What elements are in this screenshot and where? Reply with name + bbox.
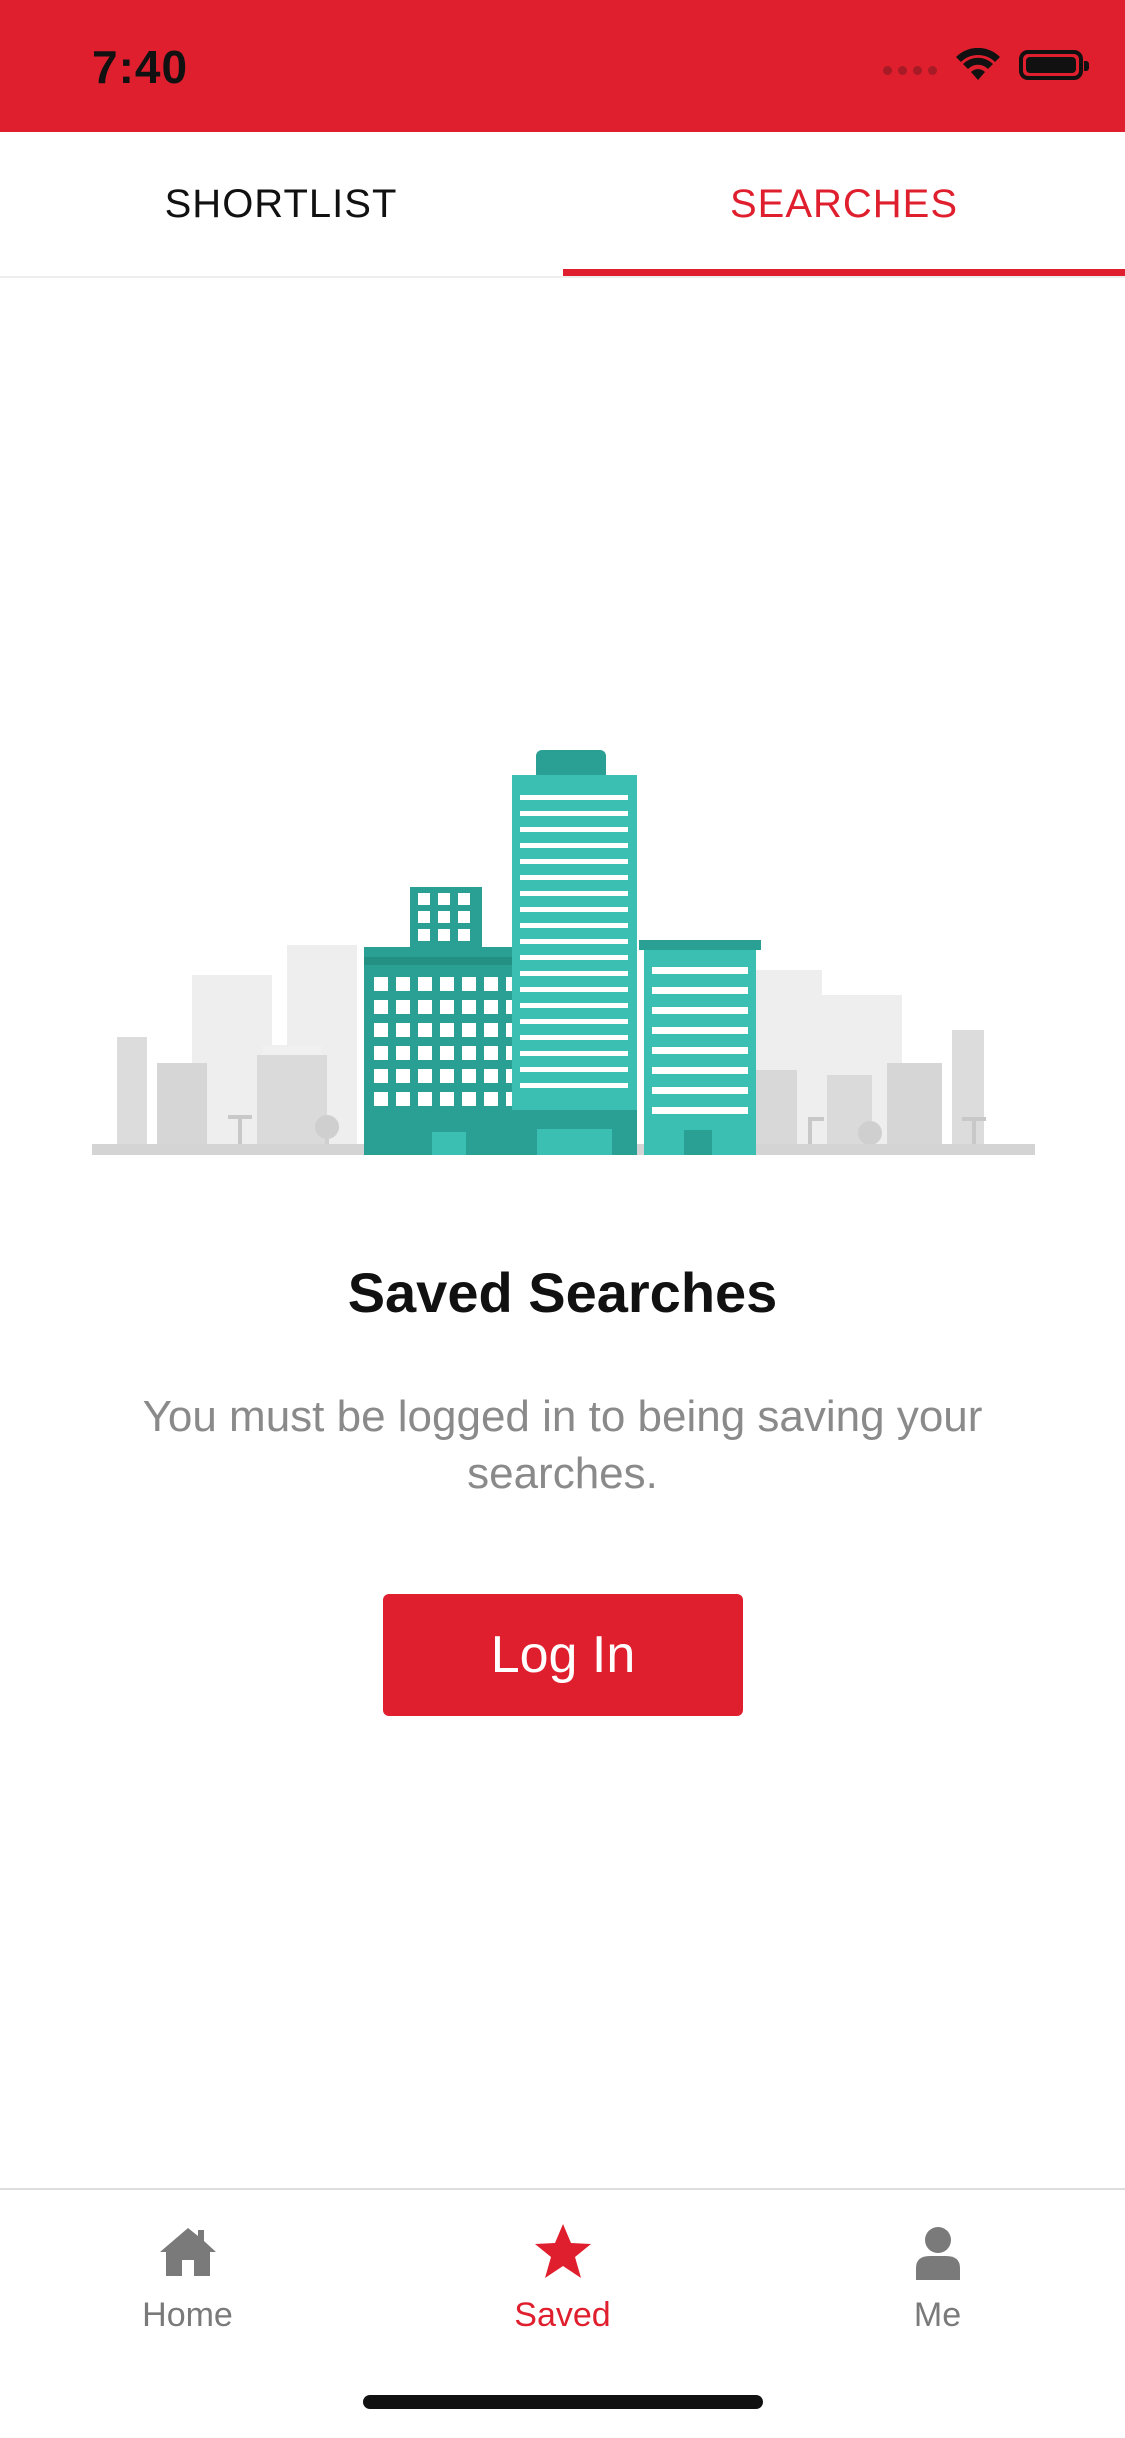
- top-tab-bar: SHORTLIST SEARCHES: [0, 132, 1125, 278]
- person-icon: [915, 2227, 960, 2280]
- wifi-icon: [956, 48, 1000, 80]
- active-tab-indicator: [563, 269, 1125, 276]
- nav-saved-label: Saved: [514, 2296, 611, 2334]
- cellular-signal-icon: [883, 65, 937, 75]
- nav-home-label: Home: [142, 2296, 233, 2334]
- home-icon: [159, 2228, 216, 2276]
- empty-state-title: Saved Searches: [347, 1261, 778, 1324]
- status-time: 7:40: [92, 41, 189, 93]
- status-bar: 7:40: [0, 0, 1125, 132]
- city-skyline-illustration: [92, 750, 1035, 1155]
- nav-home[interactable]: Home: [0, 2210, 375, 2360]
- tab-searches[interactable]: SEARCHES: [563, 132, 1125, 276]
- empty-state-message: You must be logged in to being saving yo…: [142, 1392, 983, 1498]
- battery-icon: [1019, 50, 1089, 80]
- star-icon: [534, 2224, 591, 2278]
- status-indicators: [883, 48, 1089, 82]
- home-indicator: [363, 2395, 763, 2409]
- nav-me[interactable]: Me: [750, 2210, 1125, 2360]
- nav-me-label: Me: [913, 2296, 962, 2334]
- tab-shortlist[interactable]: SHORTLIST: [0, 132, 562, 276]
- log-in-button[interactable]: Log In: [383, 1594, 743, 1716]
- nav-saved[interactable]: Saved: [375, 2210, 750, 2360]
